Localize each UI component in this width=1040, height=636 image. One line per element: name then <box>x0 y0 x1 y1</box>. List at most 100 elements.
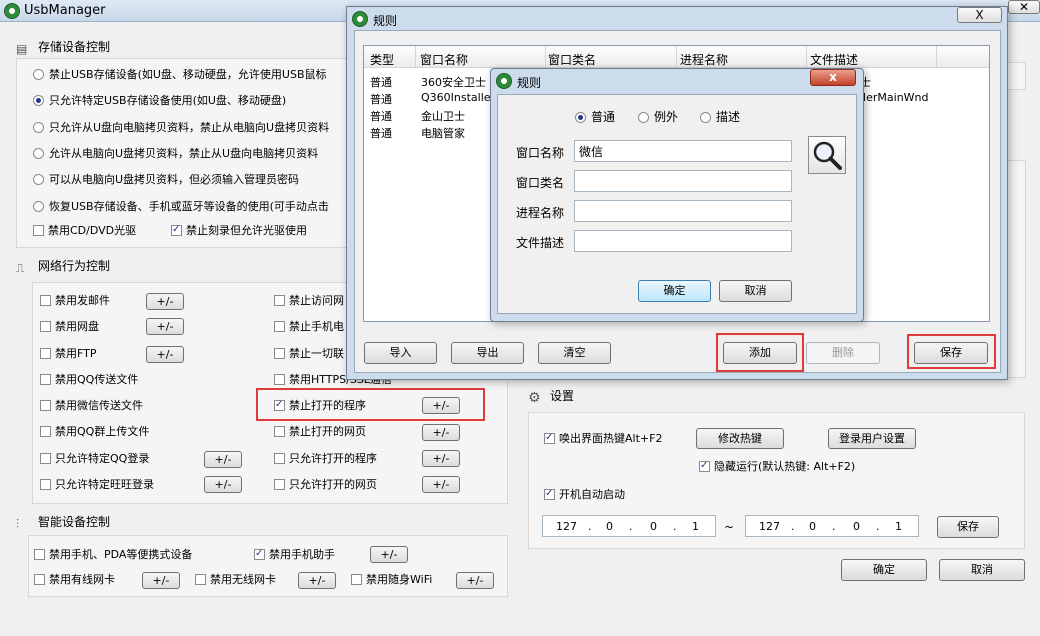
checkbox-icon[interactable] <box>40 426 51 437</box>
rules-close-button[interactable]: X <box>957 7 1002 23</box>
net-left-6[interactable]: 只允许特定QQ登录 <box>40 452 149 466</box>
col-file-desc[interactable]: 文件描述 <box>810 51 858 68</box>
smart-pda-checkbox[interactable]: 禁用手机、PDA等便携式设备 <box>34 548 192 562</box>
smart-wireless-checkbox[interactable]: 禁用无线网卡 <box>195 573 276 587</box>
import-button[interactable]: 导入 <box>364 342 437 364</box>
checkbox-icon[interactable] <box>40 295 51 306</box>
checkbox-icon[interactable] <box>34 549 45 560</box>
pm-button-wifi[interactable]: +/- <box>456 572 494 589</box>
checkbox-icon[interactable] <box>351 574 362 585</box>
net-right-2[interactable]: 禁止一切联 <box>274 347 344 361</box>
modify-hotkey-button[interactable]: 修改热键 <box>696 428 784 449</box>
rule-edit-cancel-button[interactable]: 取消 <box>719 280 792 302</box>
delete-rule-button[interactable]: 删除 <box>806 342 880 364</box>
checkbox-icon[interactable] <box>40 374 51 385</box>
hotkey-checkbox[interactable]: 唤出界面热键Alt+F2 <box>544 431 662 446</box>
radio-icon[interactable] <box>33 69 44 80</box>
radio-icon[interactable] <box>33 201 44 212</box>
checkbox-icon[interactable] <box>274 321 285 332</box>
pm-button-2[interactable]: +/- <box>146 346 184 363</box>
net-right-7[interactable]: 只允许打开的网页 <box>274 478 377 492</box>
rule-type-exception[interactable]: 例外 <box>638 110 678 124</box>
pm-button-r5[interactable]: +/- <box>422 424 460 441</box>
pm-button-7[interactable]: +/- <box>204 476 242 493</box>
storage-option-4[interactable]: 可以从电脑向U盘拷贝资料，但必须输入管理员密码 <box>33 173 299 187</box>
pm-button-6[interactable]: +/- <box>204 451 242 468</box>
col-window-name[interactable]: 窗口名称 <box>420 51 468 68</box>
rule-edit-close-button[interactable]: x <box>810 69 856 86</box>
radio-icon[interactable] <box>638 112 649 123</box>
net-left-7[interactable]: 只允许特定旺旺登录 <box>40 478 154 492</box>
smart-assistant-checkbox[interactable]: 禁用手机助手 <box>254 547 335 562</box>
rule-type-normal[interactable]: 普通 <box>575 110 615 124</box>
window-picker-button[interactable] <box>808 136 846 174</box>
checkbox-icon[interactable] <box>40 321 51 332</box>
checkbox-checked-icon[interactable] <box>254 547 265 561</box>
rule-type-description[interactable]: 描述 <box>700 110 740 124</box>
storage-option-1[interactable]: 只允许特定USB存储设备使用(如U盘、移动硬盘) <box>33 94 286 108</box>
window-class-input[interactable] <box>574 170 792 192</box>
hidden-run-checkbox[interactable]: 隐藏运行(默认热键: Alt+F2) <box>699 459 855 474</box>
smart-wired-checkbox[interactable]: 禁用有线网卡 <box>34 573 115 587</box>
col-process-name[interactable]: 进程名称 <box>680 51 728 68</box>
checkbox-icon[interactable] <box>33 225 44 236</box>
pm-button-r7[interactable]: +/- <box>422 476 460 493</box>
net-right-0[interactable]: 禁止访问网 <box>274 294 344 308</box>
checkbox-checked-icon[interactable] <box>544 487 555 501</box>
checkbox-icon[interactable] <box>274 374 285 385</box>
settings-save-button[interactable]: 保存 <box>937 516 999 538</box>
checkbox-icon[interactable] <box>40 479 51 490</box>
radio-icon[interactable] <box>33 122 44 133</box>
checkbox-icon[interactable] <box>40 453 51 464</box>
net-left-5[interactable]: 禁用QQ群上传文件 <box>40 425 149 439</box>
net-right-6[interactable]: 只允许打开的程序 <box>274 452 377 466</box>
col-divider[interactable] <box>806 46 807 68</box>
net-right-1[interactable]: 禁止手机电 <box>274 320 344 334</box>
net-left-2[interactable]: 禁用FTP <box>40 347 97 361</box>
storage-option-3[interactable]: 允许从电脑向U盘拷贝资料，禁止从U盘向电脑拷贝资料 <box>33 147 318 161</box>
checkbox-checked-icon[interactable] <box>544 431 555 445</box>
checkbox-icon[interactable] <box>274 426 285 437</box>
pm-button-wired[interactable]: +/- <box>142 572 180 589</box>
checkbox-icon[interactable] <box>274 479 285 490</box>
pm-button-assistant[interactable]: +/- <box>370 546 408 563</box>
radio-icon[interactable] <box>700 112 711 123</box>
col-divider[interactable] <box>676 46 677 68</box>
pm-button-0[interactable]: +/- <box>146 293 184 310</box>
pm-button-wireless[interactable]: +/- <box>298 572 336 589</box>
main-ok-button[interactable]: 确定 <box>841 559 927 581</box>
window-name-input[interactable] <box>574 140 792 162</box>
cd-burn-checkbox[interactable]: 禁止刻录但允许光驱使用 <box>171 223 307 238</box>
col-type[interactable]: 类型 <box>370 51 394 68</box>
pm-button-1[interactable]: +/- <box>146 318 184 335</box>
export-button[interactable]: 导出 <box>451 342 524 364</box>
net-left-0[interactable]: 禁用发邮件 <box>40 294 110 308</box>
rule-edit-ok-button[interactable]: 确定 <box>638 280 711 302</box>
col-divider[interactable] <box>415 46 416 68</box>
file-desc-input[interactable] <box>574 230 792 252</box>
checkbox-icon[interactable] <box>40 348 51 359</box>
checkbox-icon[interactable] <box>195 574 206 585</box>
col-window-class[interactable]: 窗口类名 <box>548 51 596 68</box>
radio-selected-icon[interactable] <box>33 95 44 106</box>
ip-to-input[interactable]: 127 . 0 . 0 . 1 <box>745 515 919 537</box>
radio-icon[interactable] <box>33 148 44 159</box>
pm-button-r6[interactable]: +/- <box>422 450 460 467</box>
net-left-1[interactable]: 禁用网盘 <box>40 320 99 334</box>
storage-option-0[interactable]: 禁止USB存储设备(如U盘、移动硬盘，允许使用USB鼠标 <box>33 68 327 82</box>
main-cancel-button[interactable]: 取消 <box>939 559 1025 581</box>
login-settings-button[interactable]: 登录用户设置 <box>828 428 916 449</box>
net-left-4[interactable]: 禁用微信传送文件 <box>40 399 143 413</box>
radio-selected-icon[interactable] <box>575 112 586 123</box>
checkbox-icon[interactable] <box>40 400 51 411</box>
col-divider[interactable] <box>545 46 546 68</box>
process-name-input[interactable] <box>574 200 792 222</box>
checkbox-checked-icon[interactable] <box>699 459 710 473</box>
storage-option-5[interactable]: 恢复USB存储设备、手机或蓝牙等设备的使用(可手动点击 <box>33 200 329 214</box>
app-close-button[interactable]: ✕ <box>1008 0 1040 14</box>
checkbox-icon[interactable] <box>34 574 45 585</box>
checkbox-icon[interactable] <box>274 453 285 464</box>
smart-wifi-checkbox[interactable]: 禁用随身WiFi <box>351 573 432 587</box>
col-divider[interactable] <box>936 46 937 68</box>
clear-button[interactable]: 清空 <box>538 342 611 364</box>
